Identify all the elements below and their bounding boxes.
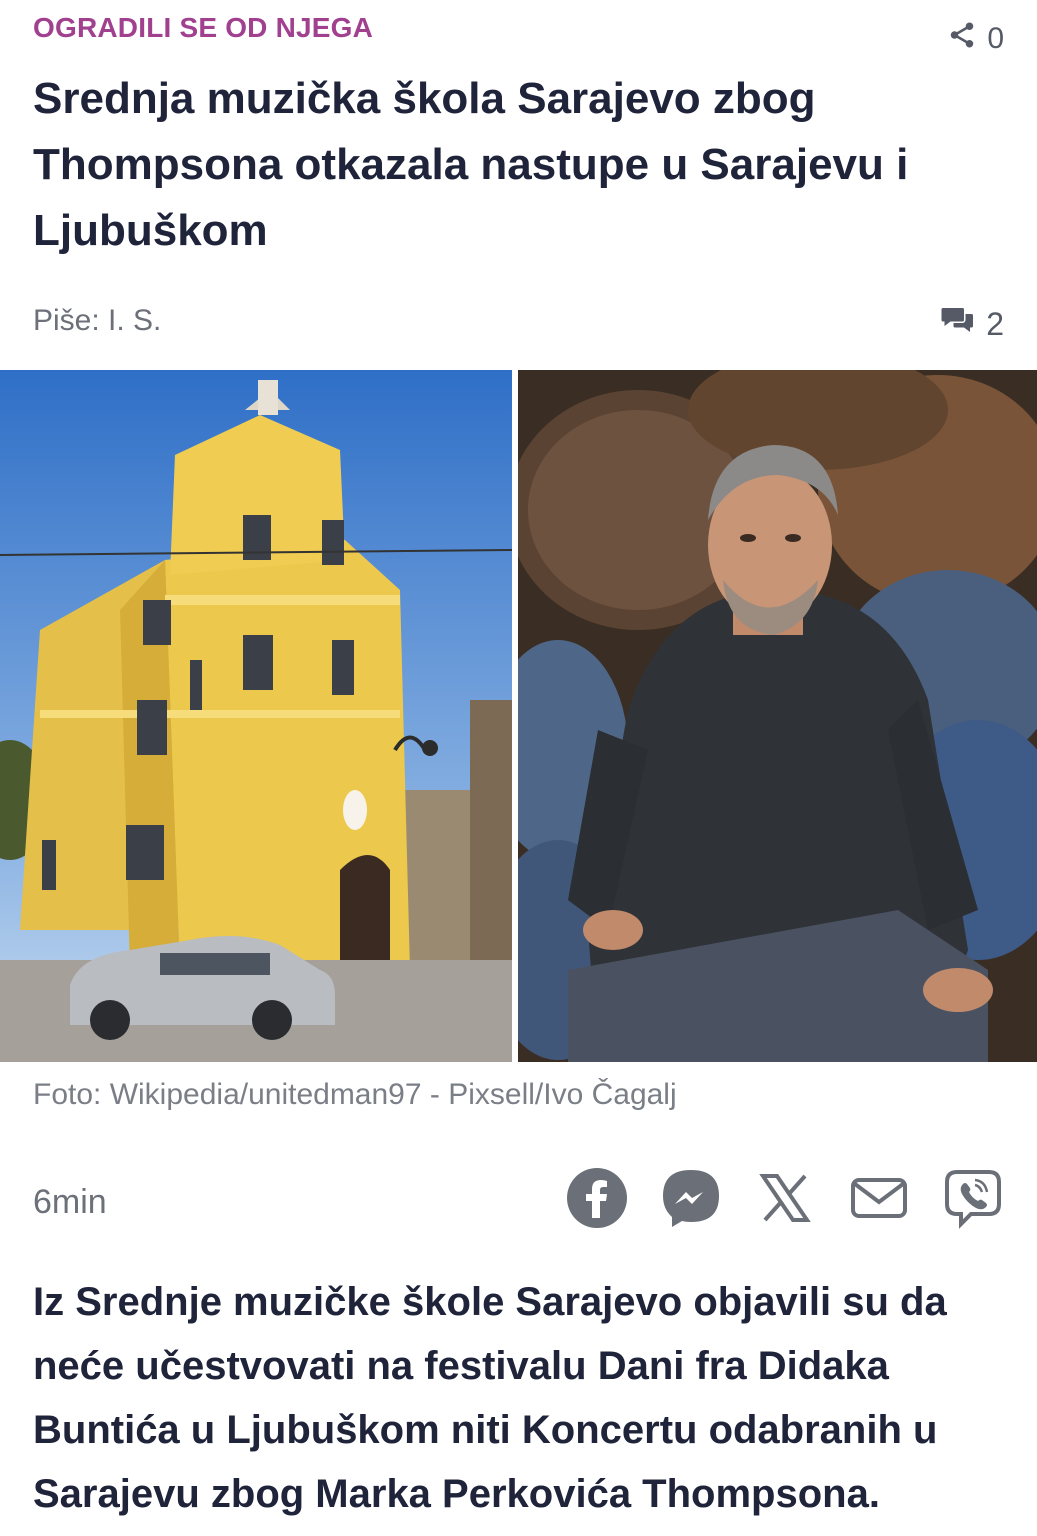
share-counter[interactable]: 0 — [947, 20, 1004, 58]
read-time: 6min — [33, 1183, 107, 1221]
email-share-button[interactable] — [847, 1168, 911, 1232]
email-icon — [847, 1166, 911, 1235]
share-icon — [947, 20, 977, 58]
headline: Srednja muzička škola Sarajevo zbog Thom… — [33, 74, 909, 255]
kicker[interactable]: OGRADILI SE OD NJEGA — [33, 12, 373, 44]
share-bar — [565, 1166, 1005, 1235]
author-byline: Piše: I. S. — [33, 304, 162, 337]
photo-school-building — [0, 370, 512, 1062]
x-icon — [753, 1166, 817, 1235]
photo-portrait — [518, 370, 1037, 1062]
viber-share-button[interactable] — [941, 1168, 1005, 1232]
messenger-icon — [659, 1166, 723, 1235]
comments-link[interactable]: 2 — [940, 302, 1004, 346]
photo-caption: Foto: Wikipedia/unitedman97 - Pixsell/Iv… — [33, 1078, 677, 1111]
facebook-icon — [565, 1166, 629, 1235]
x-share-button[interactable] — [753, 1168, 817, 1232]
share-count-value: 0 — [987, 22, 1004, 55]
messenger-share-button[interactable] — [659, 1168, 723, 1232]
article-photo[interactable] — [0, 370, 1037, 1062]
article-lead: Iz Srednje muzičke škole Sarajevo objavi… — [33, 1280, 947, 1516]
comment-count-value: 2 — [986, 305, 1004, 342]
viber-icon — [941, 1166, 1005, 1235]
facebook-share-button[interactable] — [565, 1166, 629, 1235]
comments-icon — [940, 302, 976, 346]
